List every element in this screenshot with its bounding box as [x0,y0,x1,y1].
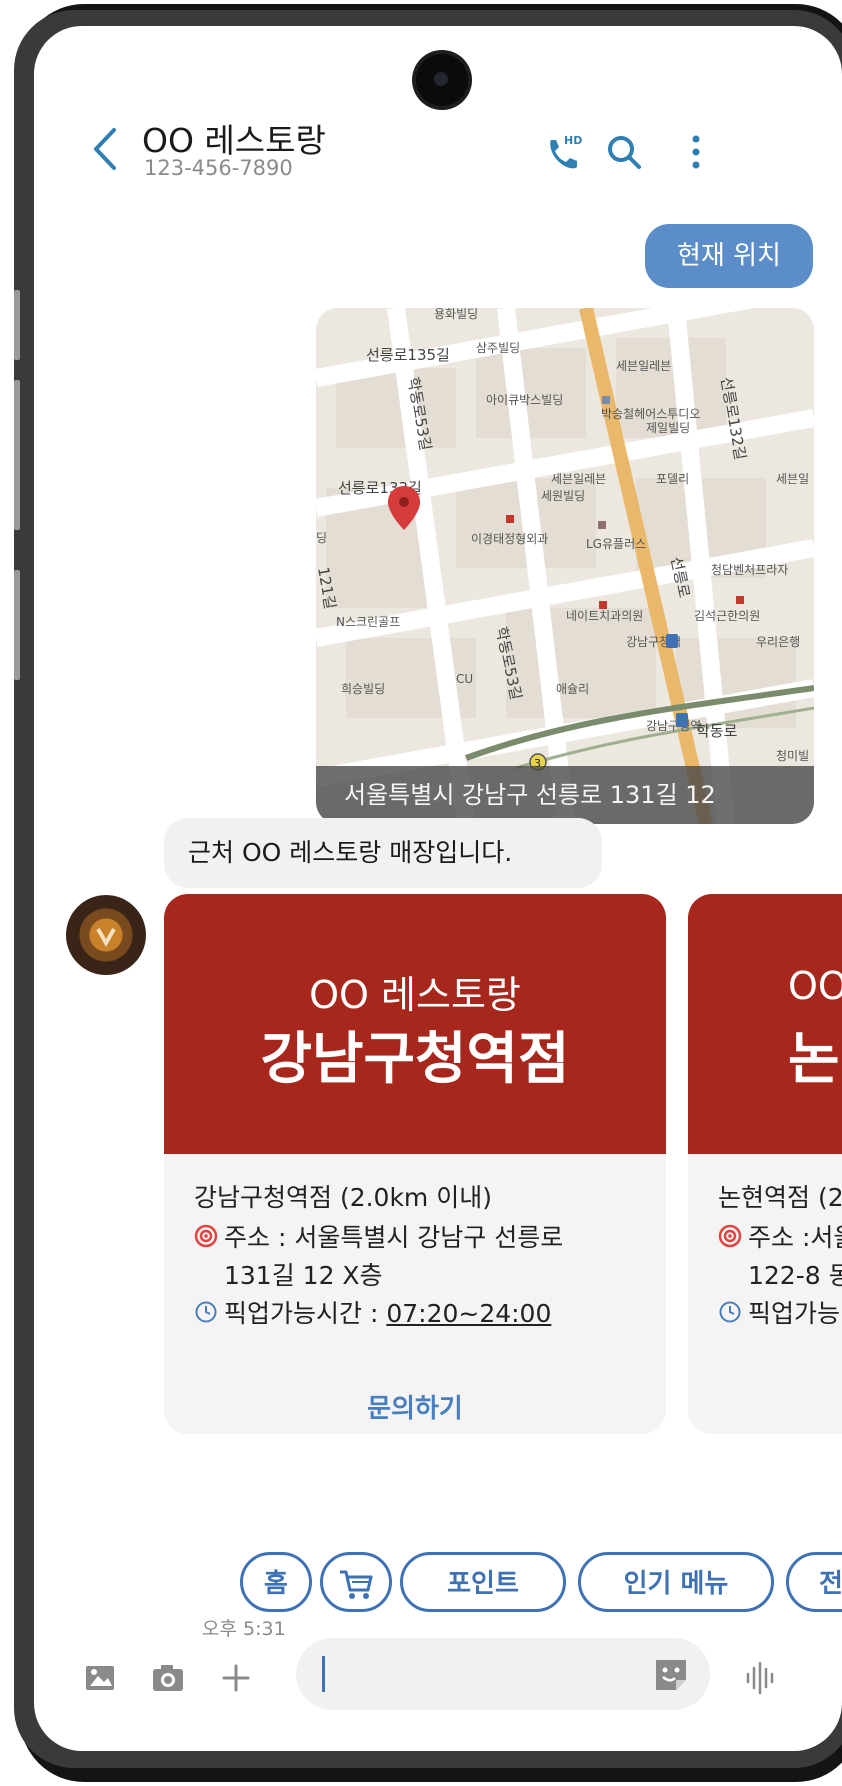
store-address-line-2: 131길 12 X층 [224,1261,383,1290]
more-vert-icon[interactable] [674,130,718,174]
target-icon [194,1224,218,1248]
store-name: 강남구청역점 [260,1027,570,1092]
map-label: 희승빌딩 [341,682,385,696]
store-card[interactable]: OO 레스토랑 강남구청역점 강남구청역점 (2.0km 이내) 주소 : 서울… [164,894,666,1434]
store-title-line: 논현역점 (2 [718,1183,842,1212]
map-label: 청담벤처프라자 [711,563,788,577]
back-arrow-icon[interactable] [86,124,126,174]
chip-popular-menu[interactable]: 인기 메뉴 [578,1552,774,1612]
screen: OO 레스토랑 123-456-7890 HD 현재 위치 용화빌딩 삼주빌딩 … [34,26,842,1751]
target-icon [718,1224,742,1248]
map-label: 딩 [316,531,327,545]
map-label: 아이큐박스빌딩 [486,393,563,407]
store-address-line-1: 주소 :서울 [748,1223,842,1252]
volume-button [14,290,20,360]
incoming-message-bubble: 근처 OO 레스토랑 매장입니다. [164,818,602,888]
map-label: 삼주빌딩 [476,341,520,355]
map-address-caption: 서울특별시 강남구 선릉로 131길 12 [316,766,814,824]
map-label: 세원빌딩 [541,489,585,503]
coffee-latte-icon [96,928,116,948]
clock-icon [719,1301,741,1323]
map-label: 애슐리 [556,682,589,696]
volume-button [14,380,20,530]
map-label: 세븐일레븐 [551,472,606,486]
sticker-icon[interactable] [650,1654,692,1696]
clock-icon [195,1301,217,1323]
cart-icon [340,1570,373,1599]
map-label: 강남구청역 [646,719,701,733]
chip-point[interactable]: 포인트 [400,1552,566,1612]
conversation-title: OO 레스토랑 [142,121,326,160]
search-icon[interactable] [602,130,646,174]
avatar [66,895,146,975]
outgoing-message-bubble[interactable]: 현재 위치 [645,224,813,288]
text-cursor [322,1656,325,1692]
pickup-hours: 픽업가능시간 : 07:20~24:00 [224,1294,551,1330]
chip-home[interactable]: 홈 [240,1552,312,1612]
image-icon[interactable] [80,1658,120,1698]
store-title-line: 강남구청역점 (2.0km 이내) [194,1183,492,1212]
map-label: 포델리 [656,472,689,486]
chip-cart[interactable] [320,1552,392,1612]
map-label: 이경태정형외과 [471,532,548,546]
message-timestamp: 오후 5:31 [202,1618,286,1640]
store-card-header: OO 레스토랑 강남구청역점 [164,894,666,1154]
message-input[interactable] [296,1638,710,1710]
hd-call-icon[interactable]: HD [542,130,586,174]
plus-icon[interactable] [216,1658,256,1698]
side-key [14,570,20,680]
inquiry-button[interactable]: 문의하기 [164,1388,666,1425]
road-label: 학동로 [696,722,738,740]
pickup-hours-value: 07:20~24:00 [386,1299,552,1328]
store-brand: OO [788,964,842,1008]
store-address-line-2: 122-8 동 [748,1261,842,1290]
map-label: 우리은행 [756,634,800,649]
map-label: CU [456,672,473,686]
store-address-line-1: 주소 : 서울특별시 강남구 선릉로 [224,1223,564,1252]
chip-more[interactable]: 전 [786,1552,842,1612]
map-label: LG유플러스 [586,537,646,551]
map-label: N스크린골프 [336,615,400,629]
road-label: 선릉로135길 [366,346,450,364]
svg-text:HD: HD [564,134,582,147]
map-canvas: 용화빌딩 삼주빌딩 세븐일레븐 아이큐박스빌딩 박승철헤어스투디오 제일빌딩 세… [316,308,814,824]
pickup-hours-label: 픽업가능시간 : [224,1299,379,1328]
map-label: 용화빌딩 [434,308,478,321]
voice-icon[interactable] [740,1658,780,1698]
map-label: 김석근한의원 [694,609,760,623]
camera-icon[interactable] [148,1658,188,1698]
location-map[interactable]: 용화빌딩 삼주빌딩 세븐일레븐 아이큐박스빌딩 박승철헤어스투디오 제일빌딩 세… [316,308,814,824]
map-label: 제일빌딩 [646,421,690,435]
map-label: 박승철헤어스투디오 [601,407,700,421]
front-camera [416,54,468,106]
store-card[interactable]: OO 논 논현역점 (2 주소 :서울 122-8 동 픽업가능 [688,894,842,1434]
map-label: 청미빌 [776,749,809,763]
contact-phone-number: 123-456-7890 [144,156,293,180]
pickup-hours-label: 픽업가능 [748,1299,841,1328]
store-brand: OO 레스토랑 [309,973,521,1017]
map-label: 세븐일 [776,472,809,486]
map-label: 세븐일레븐 [616,359,671,373]
map-label: 네이트치과의원 [566,609,643,623]
store-card-header: OO 논 [688,894,842,1154]
store-name: 논 [788,1027,840,1092]
